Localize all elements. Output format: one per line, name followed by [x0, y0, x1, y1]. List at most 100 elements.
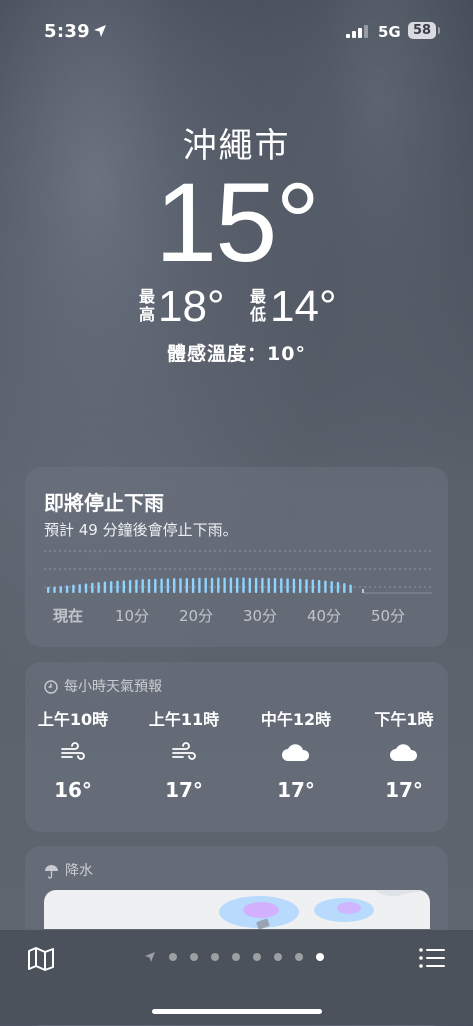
rain-card-subtitle: 預計 49 分鐘後會停止下雨。: [44, 521, 238, 539]
rain-bar: [53, 586, 56, 593]
hour-time: 下午1時: [374, 710, 434, 729]
page-dot[interactable]: [190, 953, 198, 961]
rain-bar: [122, 580, 125, 593]
feels-like: 體感溫度：10°: [167, 343, 306, 365]
hour-temp: 17°: [165, 778, 203, 802]
umbrella-icon: [45, 864, 58, 879]
rain-chart: 現在 10分 20分 30分 40分 50分: [44, 550, 432, 625]
rain-bar: [204, 577, 207, 593]
hourly-forecast-card[interactable]: 每小時天氣預報 上午10時 16° 上午11時 17° 中午12時 17° 下午…: [25, 662, 448, 832]
battery-indicator: 58: [408, 22, 440, 39]
current-location-page-icon[interactable]: [144, 951, 156, 963]
high-low: 最高 18° 最低 14°: [0, 282, 473, 332]
dry-marker: [362, 589, 364, 593]
rain-bar: [160, 578, 163, 593]
rain-bar: [292, 578, 296, 593]
hour-time: 上午11時: [148, 710, 220, 729]
hour-time: 中午12時: [260, 710, 332, 729]
rain-bar: [173, 578, 176, 593]
rain-bar: [210, 577, 214, 593]
rain-bar: [286, 578, 289, 593]
rain-bar: [324, 580, 327, 593]
rain-bar: [147, 578, 151, 593]
rain-bar: [305, 579, 308, 593]
rain-bar: [311, 579, 314, 593]
chart-x-label: 現在: [53, 607, 83, 625]
rain-bar: [280, 578, 283, 593]
chart-x-label: 40分: [307, 607, 341, 625]
rain-bar: [59, 586, 62, 593]
precipitation-header: 降水: [44, 860, 93, 880]
low-label: 最低: [249, 287, 266, 324]
rain-bar: [248, 577, 251, 593]
rain-card-title: 即將停止下雨: [44, 491, 164, 515]
cloud-icon: [282, 744, 310, 761]
chart-x-label: 50分: [371, 607, 405, 625]
rain-bar: [154, 578, 157, 593]
rain-bar: [166, 578, 170, 593]
rain-bar: [267, 577, 270, 593]
rain-bar: [299, 578, 302, 593]
hour-item: 下午1時 17°: [349, 706, 459, 802]
rain-bar: [198, 577, 201, 593]
rain-bar: [72, 584, 75, 593]
cellular-signal-icon: [346, 24, 370, 38]
page-dot[interactable]: [274, 953, 282, 961]
hour-temp: 16°: [54, 778, 92, 802]
rain-bar: [84, 583, 88, 593]
hour-item: 上午11時 17°: [129, 706, 239, 802]
rain-bar: [349, 584, 352, 593]
page-dot[interactable]: [211, 953, 219, 961]
rain-bar: [273, 577, 277, 593]
rain-bar: [223, 577, 226, 593]
rain-bar: [135, 579, 138, 593]
page-indicator[interactable]: [144, 950, 334, 964]
rain-bar: [47, 587, 50, 593]
hour-temp: 17°: [385, 778, 423, 802]
chart-x-label: 10分: [115, 607, 149, 625]
rain-bar: [261, 577, 264, 593]
rain-forecast-card[interactable]: 即將停止下雨 預計 49 分鐘後會停止下雨。 現在 10分 20分 30分 40分 50分: [25, 467, 448, 647]
wind-icon: [172, 742, 196, 760]
rain-bar: [128, 579, 132, 593]
rain-bar: [91, 582, 94, 593]
hour-item: 上午10時 16°: [18, 706, 128, 802]
rain-bar: [179, 578, 182, 593]
page-dot[interactable]: [232, 953, 240, 961]
page-dot[interactable]: [169, 953, 177, 961]
status-time: 5:39: [44, 21, 90, 42]
current-temperature: 15°: [154, 160, 320, 285]
rain-bar: [78, 584, 81, 593]
wind-icon: [61, 742, 85, 760]
list-icon[interactable]: [418, 946, 446, 970]
rain-bar: [254, 577, 258, 593]
page-dot[interactable]: [295, 953, 303, 961]
rain-bar: [317, 579, 321, 593]
precipitation-header-label: 降水: [65, 863, 93, 879]
rain-bar: [242, 577, 245, 593]
hour-item: 中午12時 17°: [241, 706, 351, 802]
rain-bar: [65, 585, 69, 593]
rain-bar: [97, 582, 100, 593]
high-label: 最高: [138, 287, 155, 324]
hour-time: 上午10時: [37, 710, 109, 729]
map-icon[interactable]: [27, 946, 55, 972]
rain-bar: [336, 581, 340, 593]
rain-bar: [330, 581, 333, 593]
page-dot[interactable]: [316, 953, 324, 961]
low-temp: 14°: [270, 282, 337, 331]
rain-bar: [217, 577, 220, 593]
high-temp: 18°: [158, 282, 225, 331]
hourly-header-label: 每小時天氣預報: [64, 679, 162, 695]
status-bar: 5:39 5G 58: [0, 0, 473, 62]
chart-x-label: 20分: [179, 607, 213, 625]
rain-bar: [185, 577, 188, 593]
hour-temp: 17°: [277, 778, 315, 802]
rain-bar: [236, 577, 239, 593]
home-indicator: [152, 1009, 322, 1014]
rain-bar: [116, 580, 119, 593]
rain-bar: [229, 577, 233, 593]
rain-bar: [103, 581, 107, 593]
rain-bar: [141, 579, 144, 593]
page-dot[interactable]: [253, 953, 261, 961]
